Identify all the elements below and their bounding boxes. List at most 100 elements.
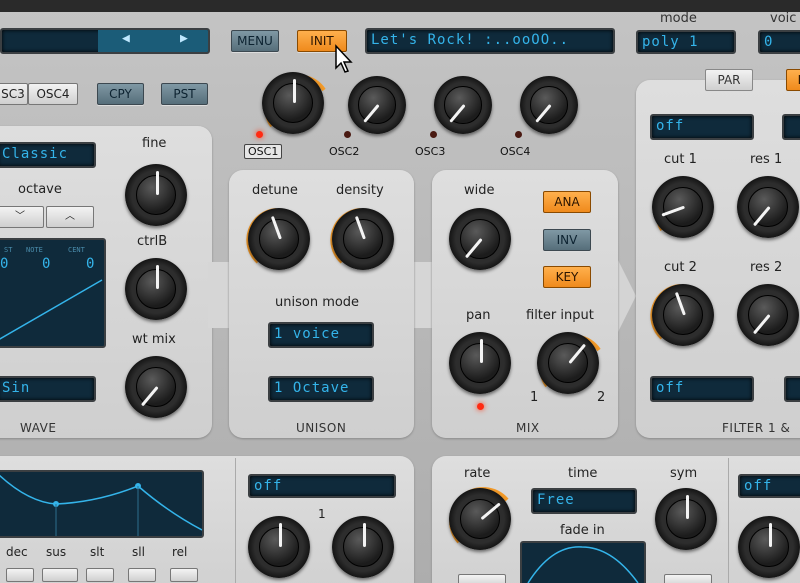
env-sus-label: sus xyxy=(46,545,67,559)
lfo-display xyxy=(520,541,646,583)
filter-input-max: 2 xyxy=(597,390,606,405)
lfo-number-label: 1 xyxy=(318,507,326,521)
wave-line xyxy=(0,279,103,340)
res2-knob[interactable] xyxy=(737,284,799,346)
cut1-knob[interactable] xyxy=(652,176,714,238)
pan-knob[interactable] xyxy=(449,332,511,394)
octave-down-button[interactable]: ﹀ xyxy=(0,206,44,228)
osc4-led xyxy=(515,131,522,138)
lfo-mode-button[interactable] xyxy=(458,574,506,583)
cut1-label: cut 1 xyxy=(664,152,697,167)
mix-filter-arrow xyxy=(616,256,636,336)
voices-display[interactable]: 0 xyxy=(758,30,800,54)
env-rel-slider[interactable] xyxy=(170,568,198,582)
preset-arrows xyxy=(98,30,208,52)
mod-knob-1[interactable] xyxy=(248,516,310,578)
res1-label: res 1 xyxy=(750,152,783,167)
mod-knob-2[interactable] xyxy=(332,516,394,578)
synth-window: ◀ ▶ MENU INIT Let's Rock! :..ooOO.. mode… xyxy=(0,0,800,583)
osc1-tag[interactable]: OSC1 xyxy=(244,144,283,159)
env-dec-slider[interactable] xyxy=(6,568,34,582)
lfo-target-select[interactable]: off xyxy=(248,474,396,498)
prev-preset-icon[interactable]: ◀ xyxy=(122,30,131,49)
ctrlb-label: ctrlB xyxy=(137,234,168,249)
osc4-volume-knob[interactable] xyxy=(520,76,578,134)
filter-input-min: 1 xyxy=(530,390,539,405)
par-button[interactable]: PAR xyxy=(705,69,753,91)
wide-label: wide xyxy=(464,183,495,198)
osc2-volume-knob[interactable] xyxy=(348,76,406,134)
osc3-tag[interactable]: OSC3 xyxy=(415,145,445,158)
wavetable-select[interactable]: Classic xyxy=(0,142,96,168)
osc2-tag[interactable]: OSC2 xyxy=(329,145,359,158)
env-rel-label: rel xyxy=(172,545,188,559)
time-label: time xyxy=(568,466,598,481)
detune-label: detune xyxy=(252,183,298,198)
fade-in-label: fade in xyxy=(560,523,605,538)
res2-label: res 2 xyxy=(750,260,783,275)
density-knob[interactable] xyxy=(330,208,394,270)
sym-label: sym xyxy=(670,466,698,481)
detune-knob[interactable] xyxy=(246,208,310,270)
wave-shape-select[interactable]: Sin xyxy=(0,376,96,402)
filter2-extra-select[interactable] xyxy=(784,376,800,402)
pan-label: pan xyxy=(466,308,491,323)
cut2-knob[interactable] xyxy=(650,284,714,346)
osc1-volume-knob[interactable] xyxy=(262,72,326,134)
env-sll-slider[interactable] xyxy=(128,568,156,582)
filter2-type-select[interactable]: off xyxy=(650,376,754,402)
wave-display: ST NOTE CENT 0 0 0 xyxy=(0,238,106,348)
unison-title: UNISON xyxy=(296,421,347,435)
res1-knob[interactable] xyxy=(737,176,799,238)
preset-browser-display[interactable]: ◀ ▶ xyxy=(0,28,210,54)
time-select[interactable]: Free xyxy=(531,488,637,514)
lfo-divider xyxy=(728,458,729,583)
copy-button[interactable]: CPY xyxy=(97,83,144,105)
osc3-tab[interactable]: SC3 xyxy=(0,83,28,105)
filter2-type-select-top[interactable] xyxy=(782,114,800,140)
wtmix-knob[interactable] xyxy=(125,356,187,418)
inv-button[interactable]: INV xyxy=(543,229,591,251)
env-slt-slider[interactable] xyxy=(86,568,114,582)
sym-knob[interactable] xyxy=(655,488,717,550)
menu-button[interactable]: MENU xyxy=(231,30,279,52)
ctrlb-knob[interactable] xyxy=(125,258,187,320)
env-sll-label: sll xyxy=(132,545,145,559)
mix-title: MIX xyxy=(516,421,540,435)
preset-name-display[interactable]: Let's Rock! :..ooOO.. xyxy=(365,28,615,54)
env-sus-slider[interactable] xyxy=(42,568,78,582)
osc4-tag[interactable]: OSC4 xyxy=(500,145,530,158)
lfo-curve xyxy=(527,546,639,583)
mode-select[interactable]: poly 1 xyxy=(636,30,736,54)
ana-button[interactable]: ANA xyxy=(543,191,591,213)
env-slt-label: slt xyxy=(90,545,105,559)
mouse-cursor-icon xyxy=(335,44,353,73)
wave-title: WAVE xyxy=(20,421,57,435)
filter1-type-select[interactable]: off xyxy=(650,114,754,140)
link-button[interactable]: L xyxy=(786,69,800,91)
envelope-curve xyxy=(0,474,203,536)
unison-octave-select[interactable]: 1 Octave xyxy=(268,376,374,402)
paste-button[interactable]: PST xyxy=(161,83,208,105)
filter-input-knob[interactable] xyxy=(537,332,601,394)
next-preset-icon[interactable]: ▶ xyxy=(180,30,189,49)
fine-knob[interactable] xyxy=(125,164,187,226)
voices-label: voic xyxy=(770,11,797,26)
osc4-tab[interactable]: OSC4 xyxy=(28,83,78,105)
osc3-volume-knob[interactable] xyxy=(434,76,492,134)
lfo-retrig-button[interactable] xyxy=(664,574,712,583)
env-dec-label: dec xyxy=(6,545,28,559)
osc1-led xyxy=(256,131,263,138)
lfo-right-knob[interactable] xyxy=(738,516,800,578)
lfo-right-select[interactable]: off xyxy=(738,474,800,498)
rate-label: rate xyxy=(464,466,491,481)
filter-input-label: filter input xyxy=(526,308,594,323)
unison-mode-select[interactable]: 1 voice xyxy=(268,322,374,348)
rate-knob[interactable] xyxy=(449,487,511,550)
octave-up-button[interactable]: ︿ xyxy=(46,206,94,228)
wtmix-label: wt mix xyxy=(132,332,176,347)
pan-led xyxy=(477,403,484,410)
cut2-label: cut 2 xyxy=(664,260,697,275)
key-button[interactable]: KEY xyxy=(543,266,591,288)
wide-knob[interactable] xyxy=(449,208,511,270)
